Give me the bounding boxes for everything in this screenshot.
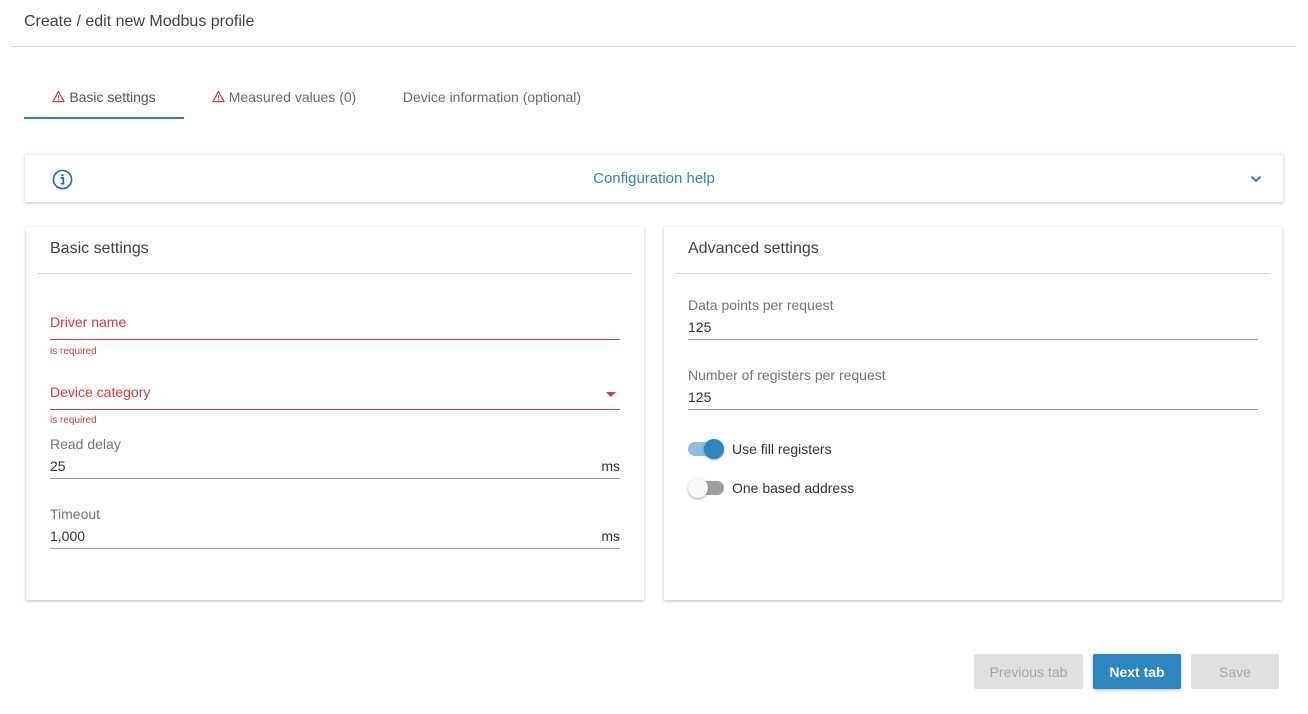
- basic-settings-card: Basic settings Driver name is required D…: [26, 227, 644, 600]
- fill-registers-toggle-row[interactable]: Use fill registers: [688, 437, 832, 461]
- configuration-help-title[interactable]: Configuration help: [25, 170, 1283, 187]
- registers-value[interactable]: 125: [688, 389, 711, 405]
- tab-label: Device information (optional): [402, 88, 582, 105]
- driver-name-underline: [50, 339, 620, 340]
- driver-name-field[interactable]: Driver name is required: [50, 314, 620, 357]
- registers-underline: [688, 409, 1258, 410]
- timeout-label: Timeout: [50, 506, 101, 522]
- timeout-value[interactable]: 1,000: [50, 528, 85, 544]
- previous-tab-button[interactable]: Previous tab: [974, 654, 1083, 689]
- tab-measured-values[interactable]: Measured values (0): [192, 74, 376, 119]
- page-title: Create / edit new Modbus profile: [24, 13, 255, 30]
- tab-device-information[interactable]: Device information (optional): [376, 74, 608, 119]
- device-category-select[interactable]: Device category is required: [50, 384, 620, 426]
- toggle-knob: [688, 478, 708, 498]
- data-points-value[interactable]: 125: [688, 319, 711, 335]
- read-delay-unit: ms: [601, 458, 620, 474]
- advanced-settings-title: Advanced settings: [688, 240, 819, 257]
- data-points-field[interactable]: Data points per request 125: [688, 297, 1258, 341]
- read-delay-label: Read delay: [50, 436, 121, 452]
- tab-label: Measured values (0): [228, 88, 357, 105]
- tab-label: Basic settings: [69, 88, 156, 105]
- chevron-down-icon[interactable]: [1249, 172, 1263, 186]
- one-based-address-label: One based address: [732, 480, 855, 496]
- fill-registers-label: Use fill registers: [732, 441, 832, 457]
- page-header: Create / edit new Modbus profile: [12, 0, 1296, 47]
- timeout-unit: ms: [601, 528, 620, 544]
- next-tab-button[interactable]: Next tab: [1093, 654, 1181, 689]
- read-delay-value[interactable]: 25: [50, 458, 66, 474]
- fill-registers-toggle[interactable]: [688, 437, 724, 461]
- driver-name-label: Driver name: [50, 314, 127, 330]
- registers-label: Number of registers per request: [688, 367, 886, 383]
- basic-settings-title: Basic settings: [50, 240, 149, 257]
- warning-icon: [212, 90, 225, 103]
- warning-icon: [52, 90, 65, 103]
- device-category-error: is required: [50, 415, 97, 426]
- registers-field[interactable]: Number of registers per request 125: [688, 367, 1258, 411]
- timeout-field[interactable]: Timeout 1,000 ms: [50, 506, 620, 550]
- tab-basic-settings[interactable]: Basic settings: [24, 74, 184, 119]
- save-button[interactable]: Save: [1191, 654, 1279, 689]
- tab-bar: Basic settings Measured values (0) Devic…: [24, 74, 608, 119]
- advanced-settings-card: Advanced settings Data points per reques…: [664, 227, 1282, 600]
- device-category-label: Device category: [50, 384, 151, 400]
- dropdown-arrow-icon[interactable]: [606, 392, 616, 397]
- toggle-knob: [704, 439, 724, 459]
- divider: [676, 273, 1270, 274]
- driver-name-error: is required: [50, 346, 97, 357]
- one-based-address-toggle-row[interactable]: One based address: [688, 476, 854, 500]
- read-delay-underline: [50, 478, 620, 479]
- read-delay-field[interactable]: Read delay 25 ms: [50, 436, 620, 480]
- divider: [38, 273, 632, 274]
- timeout-underline: [50, 548, 620, 549]
- one-based-address-toggle[interactable]: [688, 476, 724, 500]
- device-category-underline: [50, 409, 620, 410]
- configuration-help-panel[interactable]: Configuration help: [25, 154, 1283, 202]
- data-points-label: Data points per request: [688, 297, 834, 313]
- data-points-underline: [688, 339, 1258, 340]
